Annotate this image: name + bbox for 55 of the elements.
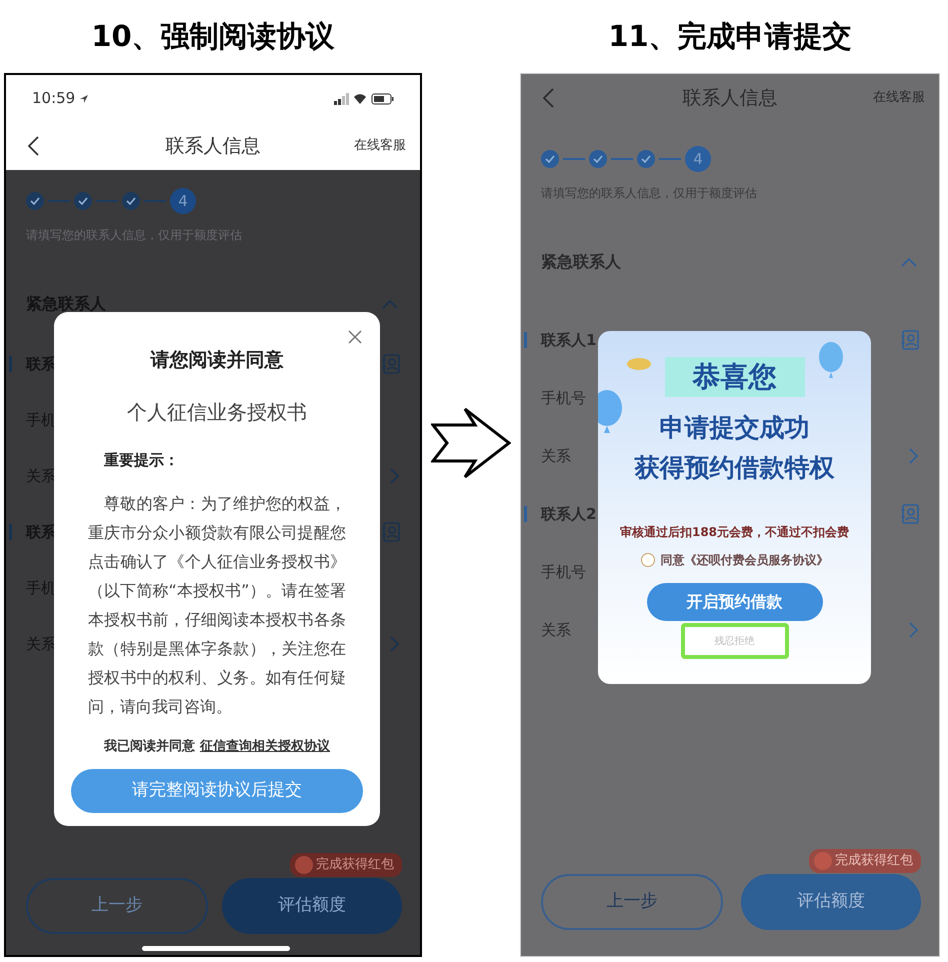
- document-title: 个人征信业务授权书: [127, 398, 307, 426]
- fee-notice: 审核通过后扣188元会费，不通过不扣会费: [620, 524, 850, 541]
- contact-card-icon[interactable]: [901, 330, 919, 350]
- chevron-right-icon[interactable]: [909, 448, 919, 464]
- agreement-link[interactable]: 征信查询相关授权协议: [200, 737, 330, 756]
- badge-text: 完成获得红包: [835, 852, 913, 870]
- title-ribbon: 恭喜您: [664, 357, 804, 397]
- step-current: 4: [170, 188, 196, 214]
- field-label: 关系: [541, 446, 571, 467]
- notice-heading: 重要提示：: [104, 450, 179, 470]
- badge-text: 完成获得红包: [316, 856, 394, 874]
- step-caption: 11、完成申请提交: [607, 18, 853, 55]
- field-label: 联系人1: [541, 330, 596, 351]
- nav-title: 联系人信息: [166, 134, 260, 159]
- chevron-right-icon[interactable]: [909, 622, 919, 638]
- step-caption: 10、强制阅读协议: [90, 18, 336, 55]
- agree-radio[interactable]: [640, 553, 654, 567]
- decline-link[interactable]: 残忍拒绝: [680, 623, 788, 659]
- previous-button[interactable]: 上一步: [26, 878, 208, 934]
- field-label: 手机号: [541, 562, 586, 583]
- contact-card-icon[interactable]: [382, 354, 400, 374]
- primary-button[interactable]: 开启预约借款: [646, 583, 822, 621]
- status-icons: [334, 92, 394, 104]
- field-label: 联系人2: [541, 504, 596, 525]
- field-label: 手机号: [541, 388, 586, 409]
- chevron-right-icon[interactable]: [390, 636, 400, 652]
- nav-title: 联系人信息: [682, 86, 778, 111]
- previous-button[interactable]: 上一步: [541, 874, 723, 930]
- balloon-icon: [817, 341, 845, 379]
- contact-card-icon[interactable]: [382, 522, 400, 542]
- contact-card-icon[interactable]: [901, 504, 919, 524]
- consent-text: 我已阅读并同意: [104, 738, 195, 756]
- success-headline: 获得预约借款特权: [634, 452, 834, 484]
- chevron-right-icon[interactable]: [390, 468, 400, 484]
- field-label: 关系: [541, 620, 571, 641]
- dialog-title: 请您阅读并同意: [150, 348, 284, 373]
- section-title: 紧急联系人: [541, 251, 621, 273]
- status-time: 10:59: [32, 88, 76, 110]
- chevron-up-icon[interactable]: [901, 257, 917, 267]
- coin-icon: [626, 357, 652, 371]
- location-arrow-icon: [79, 94, 90, 104]
- evaluate-button[interactable]: 评估额度: [741, 874, 921, 930]
- agreement-text: 尊敬的客户：为了维护您的权益，重庆市分众小额贷款有限公司提醒您点击确认了《个人征信业务授权书》（以下简称“本授权书”）。请在签署本授权书前，仔细阅读本授权书各条款（特别是黑体字条款），关注您在授权书中的权利、义务。如有任何疑问，请向我司咨询。: [88, 493, 346, 718]
- balloon-icon: [598, 389, 624, 435]
- agree-label[interactable]: 同意《还呗付费会员服务协议》: [660, 551, 828, 569]
- support-link[interactable]: 在线客服: [873, 88, 925, 108]
- close-icon[interactable]: [348, 330, 362, 344]
- hollow-arrow-icon: [431, 407, 511, 479]
- evaluate-button[interactable]: 评估额度: [222, 878, 402, 934]
- success-headline: 申请提交成功: [660, 412, 810, 444]
- submit-button[interactable]: 请完整阅读协议后提交: [71, 768, 363, 812]
- chevron-up-icon[interactable]: [382, 299, 398, 309]
- back-icon[interactable]: [28, 136, 39, 156]
- support-link[interactable]: 在线客服: [354, 136, 406, 156]
- step-current: 4: [685, 146, 711, 172]
